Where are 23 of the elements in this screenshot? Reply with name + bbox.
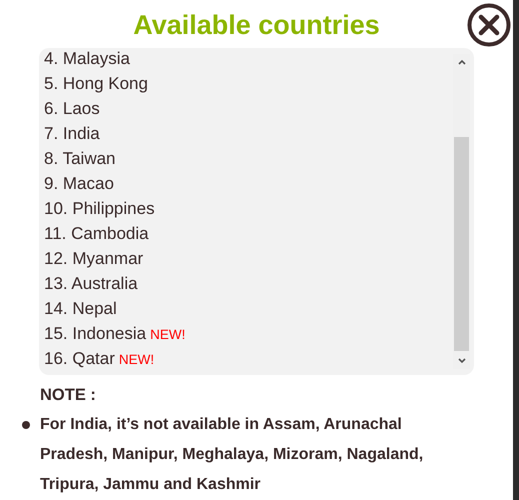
dialog-title: Available countries [133, 10, 380, 41]
country-name: 12. Myanmar [44, 249, 144, 268]
new-tag: NEW! [150, 327, 186, 342]
country-name: 8. Taiwan [44, 149, 116, 168]
country-name: 9. Macao [44, 174, 114, 194]
bullet-icon [22, 421, 30, 429]
scroll-down-icon[interactable] [458, 358, 466, 364]
country-name: 15. Indonesia [44, 324, 146, 344]
close-icon[interactable] [467, 3, 511, 47]
country-name: 4. Malaysia [44, 49, 130, 68]
country-name: 10. Philippines [44, 199, 155, 218]
note-text: For India, it’s not available in Assam, Arunachal Pradesh, Manipur, Meghalaya, Mizoram, Nagaland, Tripura, Jammu and Kashmir [40, 415, 424, 495]
note-heading: NOTE : [40, 386, 97, 406]
country-name: 13. Australia [44, 274, 138, 294]
new-tag: NEW! [118, 352, 154, 368]
country-name: 7. India [44, 124, 100, 144]
country-name: 16. Qatar [44, 349, 115, 368]
country-name: 11. Cambodia [44, 224, 149, 244]
scroll-up-icon[interactable] [458, 59, 466, 66]
country-name: 14. Nepal [44, 299, 117, 318]
country-name: 5. Hong Kong [44, 74, 148, 94]
country-name: 6. Laos [44, 99, 100, 118]
scrollbar-thumb[interactable] [454, 137, 469, 351]
